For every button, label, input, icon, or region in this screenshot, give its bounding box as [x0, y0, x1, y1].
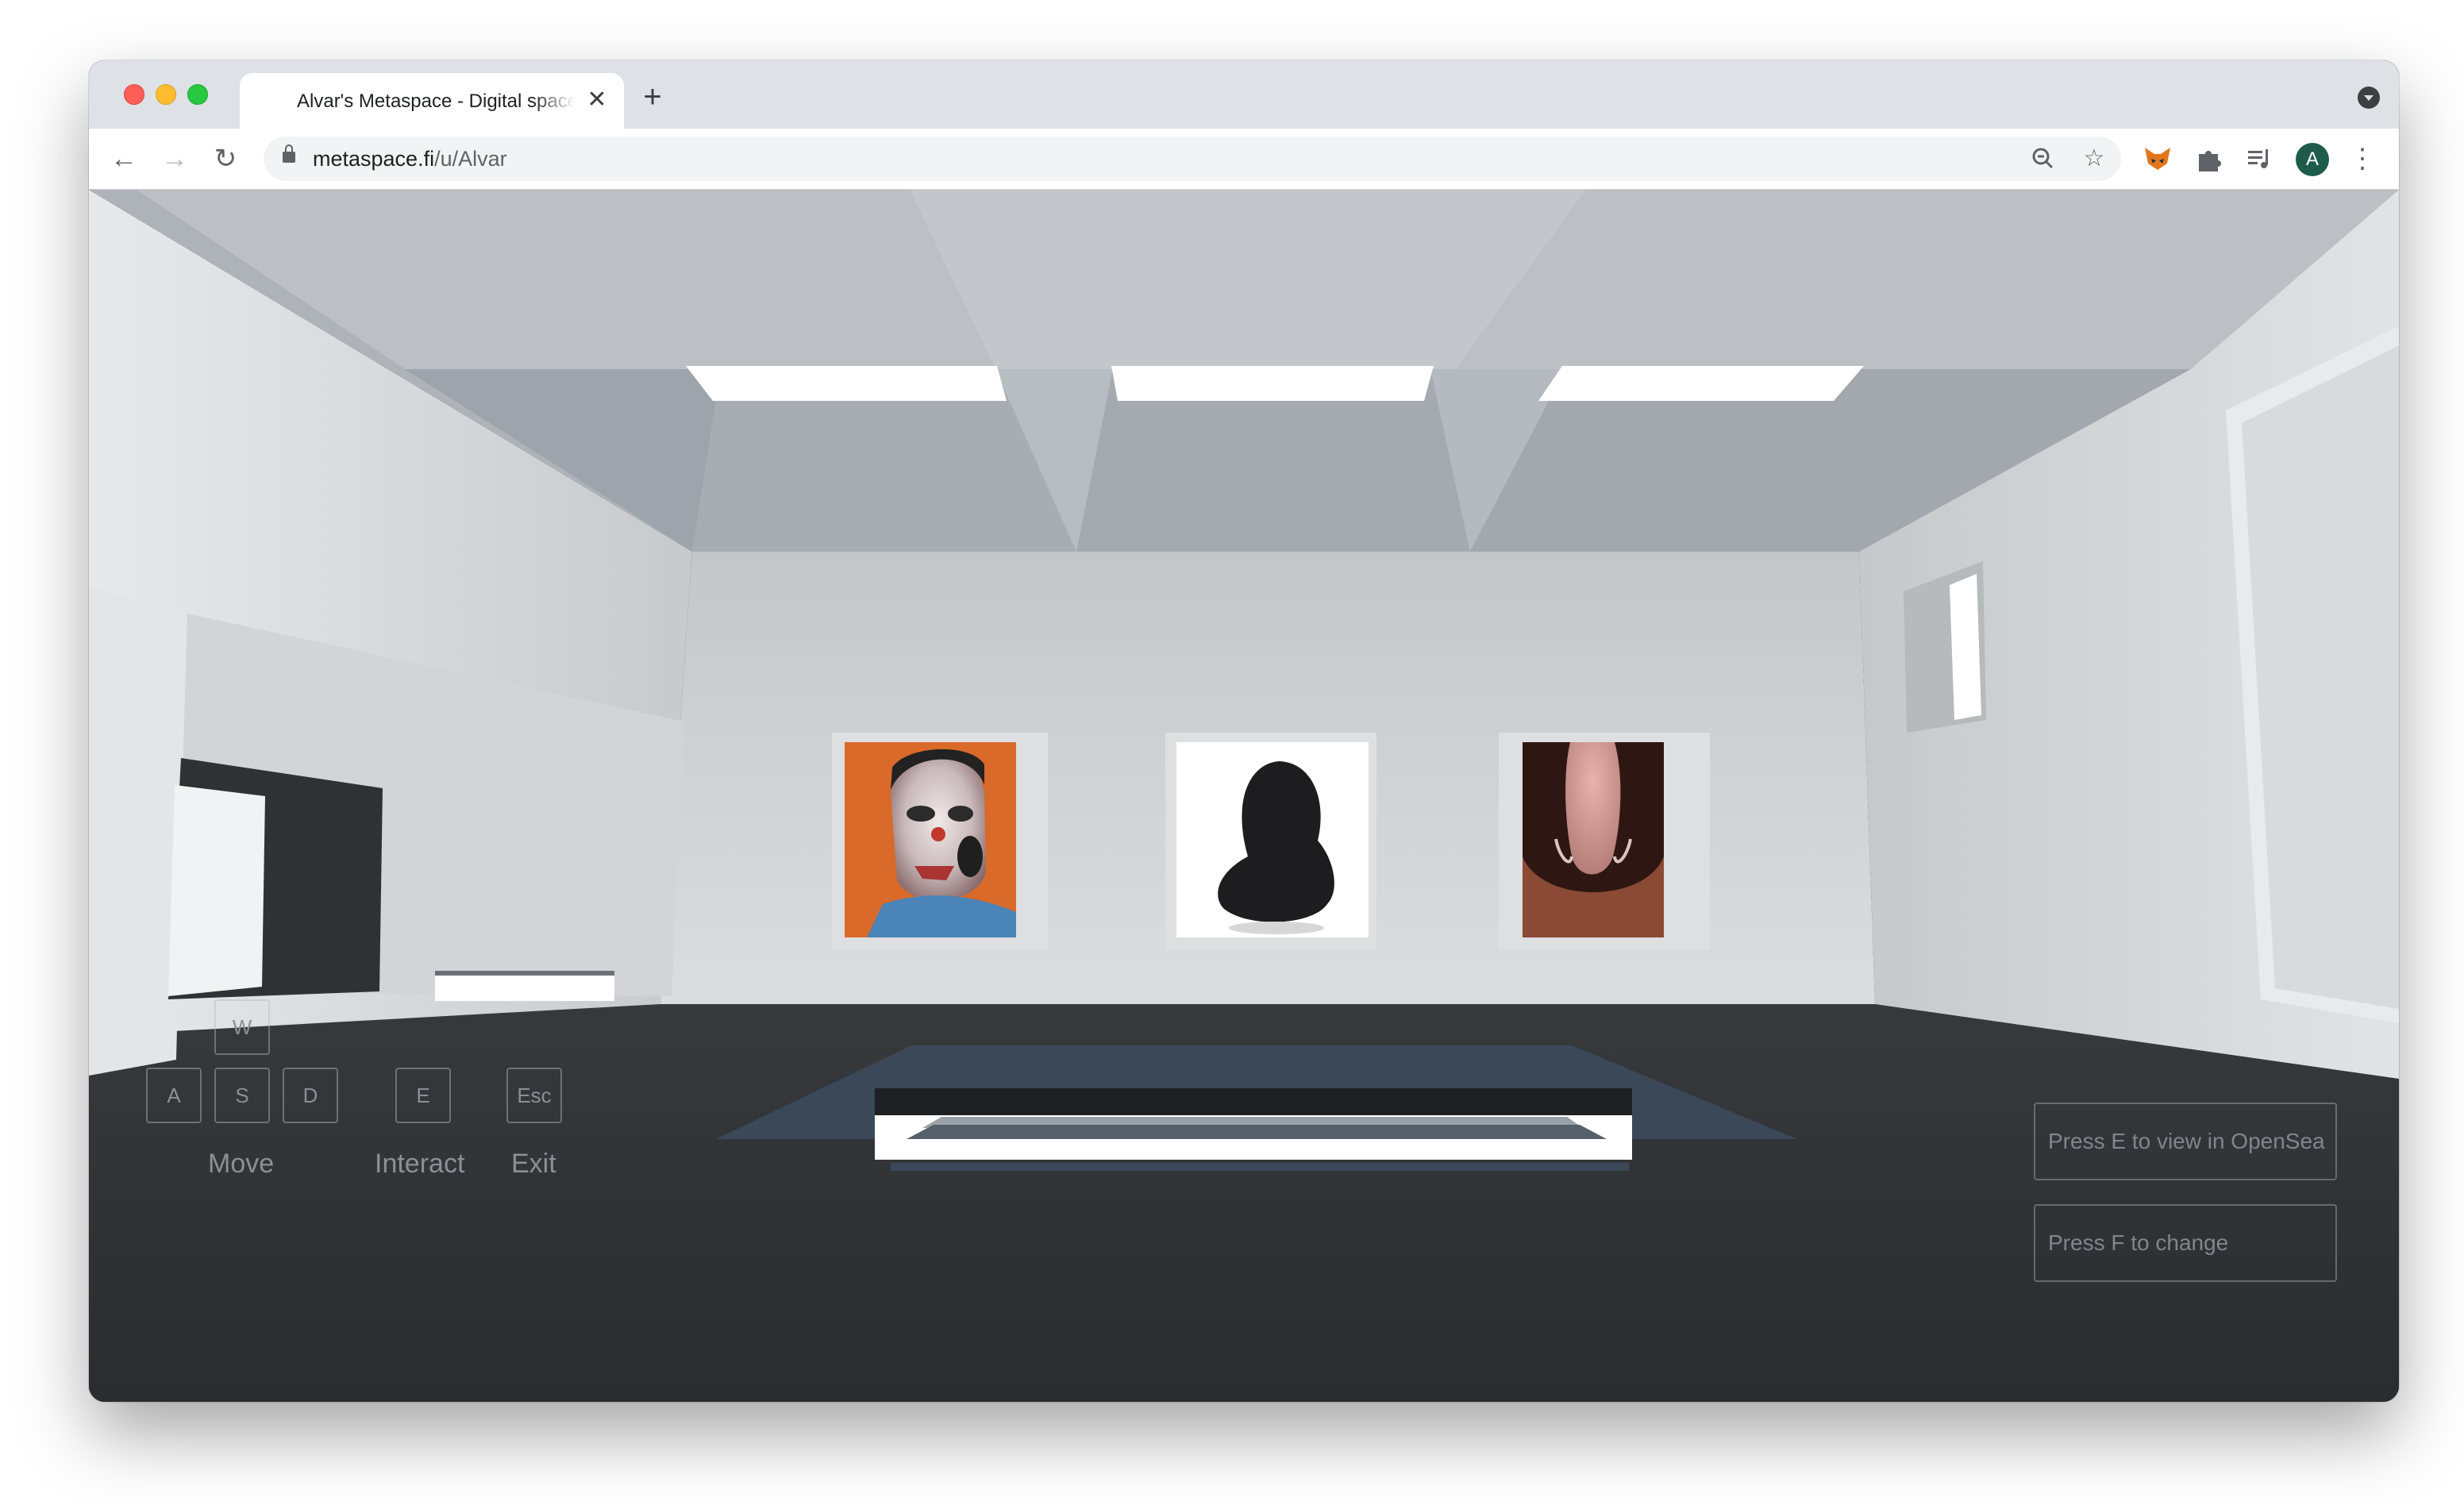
tab-search-icon[interactable]: [2358, 87, 2380, 109]
tab-title: Alvar's Metaspace - Digital space: [297, 90, 575, 112]
artwork-hooded-figure[interactable]: [1165, 733, 1376, 950]
media-icon[interactable]: [2243, 143, 2275, 175]
zoom-icon[interactable]: [2029, 144, 2058, 173]
menu-icon[interactable]: ⋮: [2347, 143, 2378, 175]
address-bar[interactable]: metaspace.fi/u/Alvar ☆: [264, 137, 2121, 181]
ceiling-light-1: [686, 366, 1007, 401]
back-icon[interactable]: ←: [108, 143, 140, 175]
url-host: metaspace.fi: [313, 147, 435, 171]
key-esc: Esc: [506, 1068, 562, 1123]
key-w: W: [214, 999, 270, 1055]
star-icon[interactable]: ☆: [2080, 144, 2108, 173]
key-e: E: [395, 1068, 451, 1123]
tab-strip: Alvar's Metaspace - Digital space ✕ +: [89, 60, 2399, 129]
metaspace-canvas[interactable]: W A S D E Esc Move Interact Exit Press E…: [89, 190, 2399, 1402]
browser-window: Alvar's Metaspace - Digital space ✕ + ← …: [89, 60, 2399, 1402]
change-prompt: Press F to change: [2034, 1204, 2337, 1282]
puzzle-icon[interactable]: [2193, 143, 2224, 175]
tab-active[interactable]: Alvar's Metaspace - Digital space ✕: [240, 73, 624, 129]
left-floor-light: [435, 976, 614, 1001]
close-window-button[interactable]: [124, 84, 144, 105]
new-tab-button[interactable]: +: [635, 79, 670, 114]
avatar[interactable]: A: [2296, 143, 2329, 176]
fox-extension-icon[interactable]: [2142, 143, 2173, 175]
left-doorway-frame: [89, 587, 187, 1076]
interact-label: Interact: [375, 1149, 465, 1179]
ceiling-light-3: [1538, 366, 1864, 401]
artwork-portrait[interactable]: [832, 733, 1048, 950]
url-path: /u/Alvar: [434, 147, 507, 171]
ceiling-light-2: [1111, 366, 1434, 401]
maximize-window-button[interactable]: [187, 84, 208, 105]
lock-icon[interactable]: [283, 144, 295, 163]
exit-label: Exit: [511, 1149, 556, 1179]
reload-icon[interactable]: ↻: [210, 143, 241, 175]
browser-toolbar: ← → ↻ metaspace.fi/u/Alvar ☆ A ⋮: [89, 129, 2399, 190]
minimize-window-button[interactable]: [156, 84, 176, 105]
key-d: D: [283, 1068, 338, 1123]
left-doorway-light: [168, 785, 265, 996]
close-icon[interactable]: ✕: [584, 87, 610, 113]
key-a: A: [146, 1068, 202, 1123]
key-s: S: [214, 1068, 270, 1123]
move-label: Move: [208, 1149, 275, 1179]
artwork-face[interactable]: [1499, 733, 1710, 950]
url-text[interactable]: metaspace.fi/u/Alvar: [313, 147, 507, 171]
opensea-prompt: Press E to view in OpenSea: [2034, 1103, 2337, 1180]
right-small-window-light: [1950, 574, 1981, 720]
forward-icon[interactable]: →: [159, 143, 191, 175]
